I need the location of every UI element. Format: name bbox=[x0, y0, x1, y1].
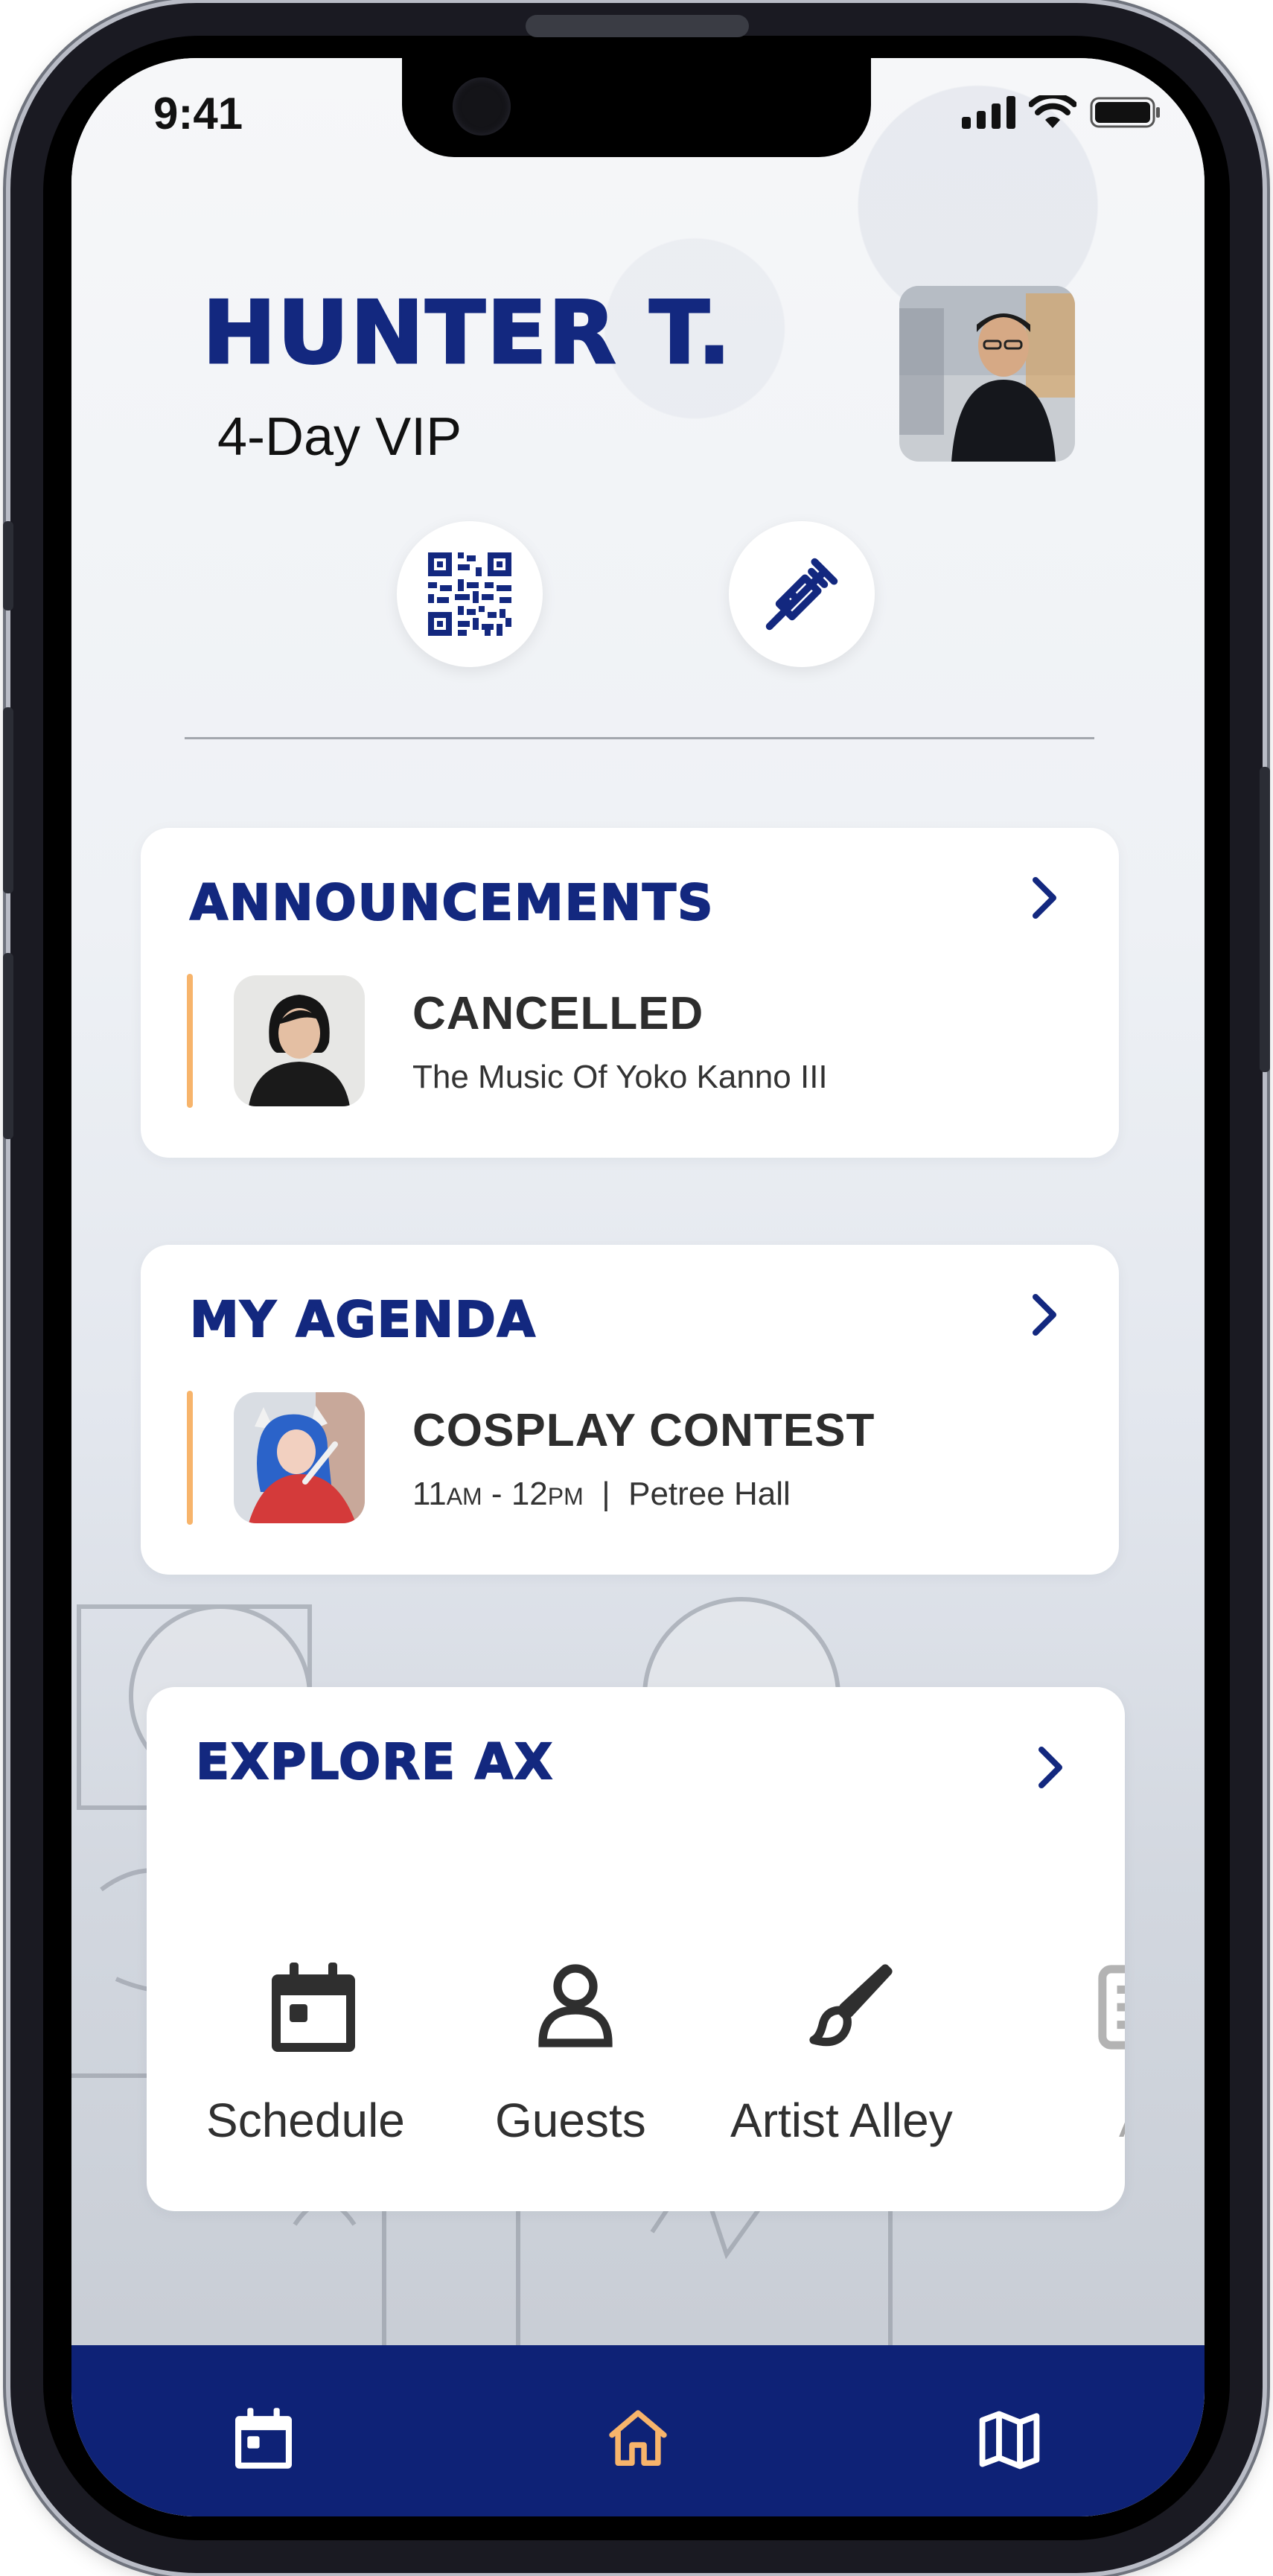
announcement-event: The Music Of Yoko Kanno III bbox=[412, 1059, 828, 1095]
calendar-icon bbox=[272, 1963, 355, 2052]
header-divider bbox=[185, 737, 1094, 739]
explore-label-schedule: Schedule bbox=[206, 2094, 405, 2147]
start-ampm: AM bbox=[446, 1483, 482, 1510]
ticket-type: 4-Day VIP bbox=[217, 407, 462, 467]
phone-screen: 9:41 HUNTER T. 4-Day VIP ANNOUNCEMENTS C… bbox=[71, 58, 1205, 2516]
syringe-icon bbox=[765, 558, 838, 631]
start-hour: 11 bbox=[412, 1476, 447, 1512]
user-name: HUNTER T. bbox=[202, 281, 733, 384]
power-button bbox=[1260, 767, 1270, 1072]
bottom-nav bbox=[71, 2345, 1205, 2516]
announcement-thumbnail bbox=[234, 975, 365, 1106]
front-camera bbox=[453, 77, 511, 136]
status-icons bbox=[962, 95, 1161, 130]
notch bbox=[402, 58, 871, 157]
user-photo bbox=[899, 286, 1075, 462]
brush-icon bbox=[809, 1964, 893, 2047]
avatar[interactable] bbox=[899, 286, 1075, 462]
announcements-title: ANNOUNCEMENTS bbox=[189, 873, 715, 932]
qr-code-icon bbox=[428, 552, 511, 636]
document-icon bbox=[1098, 1965, 1125, 2050]
home-icon[interactable] bbox=[606, 2408, 670, 2470]
wifi-icon bbox=[1029, 95, 1076, 128]
end-ampm: PM bbox=[547, 1483, 584, 1510]
end-hour: 12 bbox=[511, 1476, 548, 1512]
agenda-location: Petree Hall bbox=[628, 1476, 791, 1512]
person-photo bbox=[234, 975, 365, 1106]
calendar-icon[interactable] bbox=[235, 2408, 292, 2469]
chevron-right-icon[interactable] bbox=[1027, 1291, 1062, 1339]
volume-up-button bbox=[3, 707, 13, 893]
cosplay-photo bbox=[234, 1392, 365, 1523]
explore-label-guests: Guests bbox=[495, 2094, 646, 2147]
speaker-grille bbox=[526, 15, 749, 37]
time-dash: - bbox=[491, 1476, 502, 1512]
status-time: 9:41 bbox=[153, 89, 243, 138]
agenda-event: COSPLAY CONTEST bbox=[412, 1405, 875, 1456]
separator: | bbox=[602, 1476, 610, 1512]
map-icon[interactable] bbox=[978, 2408, 1041, 2470]
volume-down-button bbox=[3, 953, 13, 1139]
explore-label-artist-alley: Artist Alley bbox=[730, 2094, 953, 2147]
accent-bar bbox=[187, 1391, 193, 1525]
explore-label-ax: AX I bbox=[1119, 2093, 1125, 2148]
agenda-title: MY AGENDA bbox=[189, 1290, 537, 1349]
agenda-thumbnail bbox=[234, 1392, 365, 1523]
person-icon bbox=[538, 1964, 613, 2047]
chevron-right-icon[interactable] bbox=[1027, 874, 1062, 922]
vaccination-button[interactable] bbox=[729, 521, 875, 667]
announcements-card[interactable]: ANNOUNCEMENTS CANCELLED The Music Of Yok… bbox=[141, 828, 1119, 1158]
signal-icon bbox=[962, 96, 1015, 129]
qr-code-button[interactable] bbox=[397, 521, 543, 667]
agenda-time-location: 11AM - 12PM | Petree Hall bbox=[412, 1476, 791, 1513]
agenda-card[interactable]: MY AGENDA COSPLAY CONTEST 11AM - 12PM | … bbox=[141, 1245, 1119, 1575]
silent-switch bbox=[3, 521, 13, 610]
explore-scroller[interactable]: Schedule Guests Artist Alley bbox=[147, 1687, 1125, 2211]
battery-icon bbox=[1090, 97, 1160, 128]
accent-bar bbox=[187, 974, 193, 1108]
announcement-status: CANCELLED bbox=[412, 988, 704, 1039]
